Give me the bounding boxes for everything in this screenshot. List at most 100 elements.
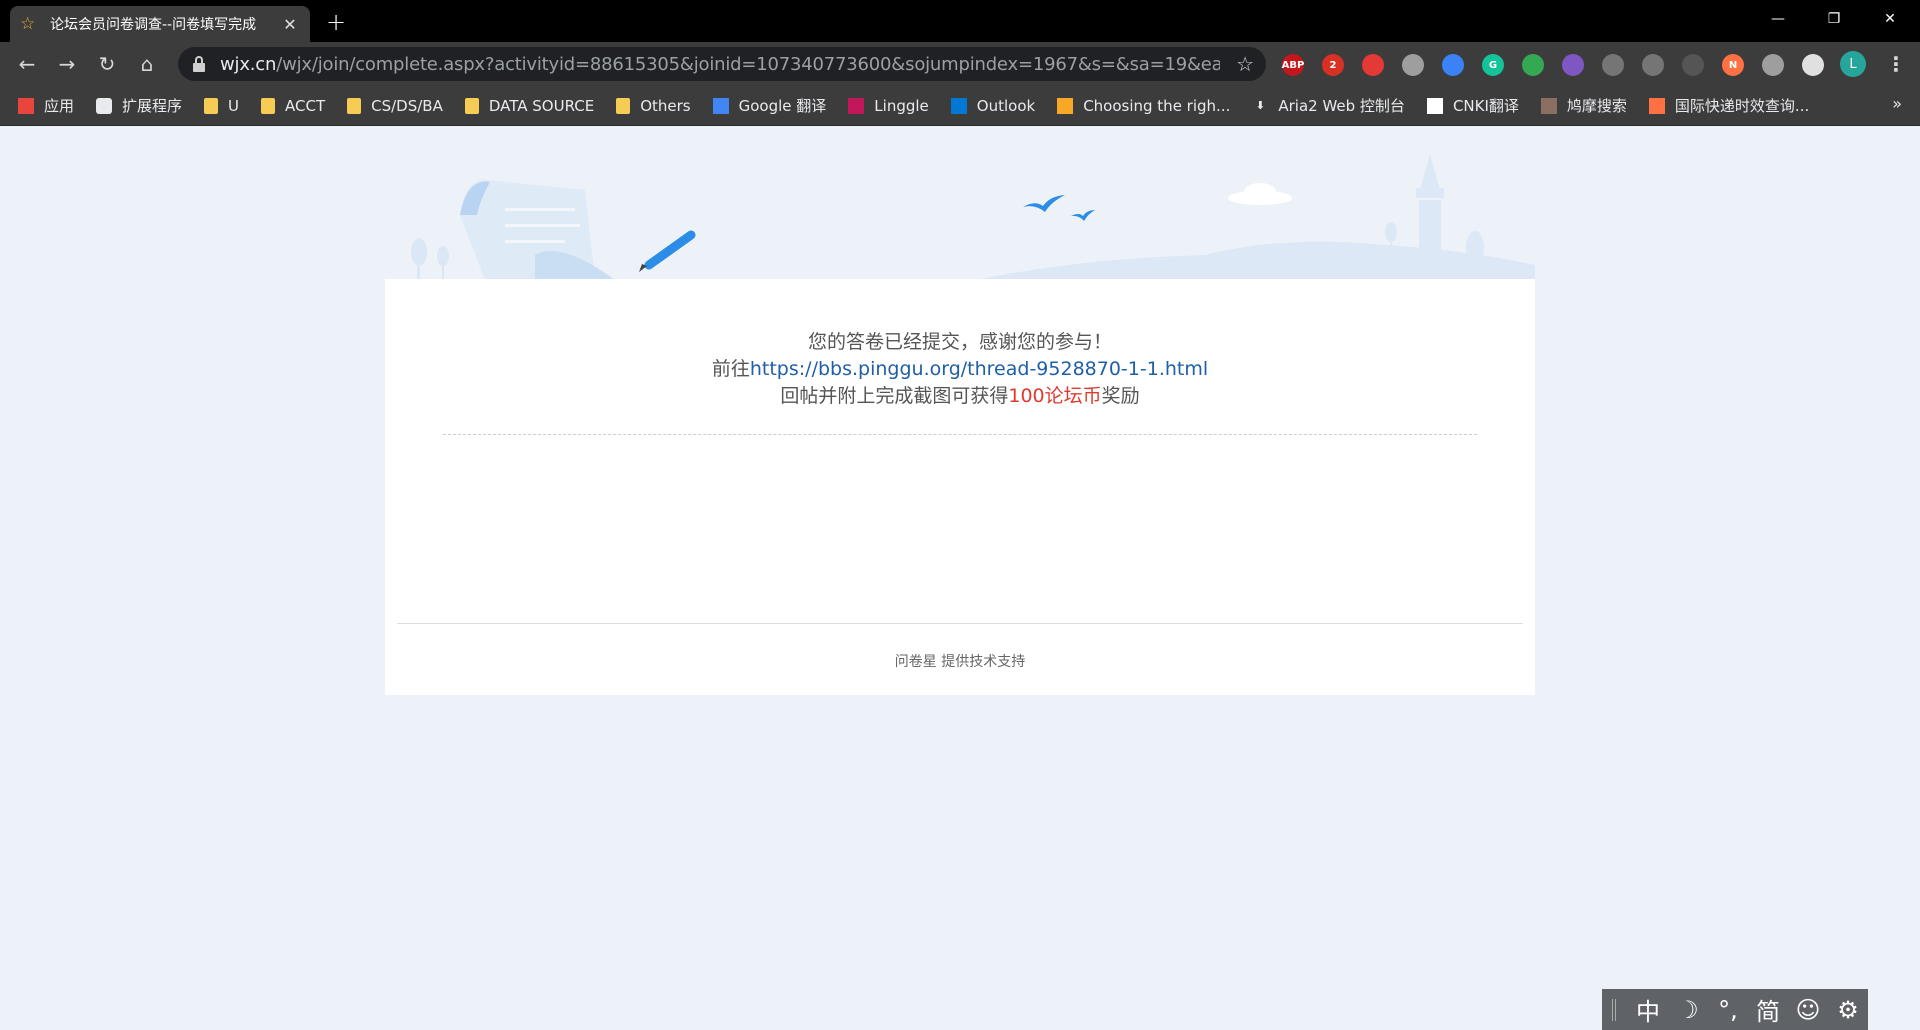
google-translate-icon xyxy=(712,97,729,114)
cursor-icon[interactable] xyxy=(1402,54,1424,76)
bookmark-label: 应用 xyxy=(44,97,75,115)
bookmark-label: CS/DS/BA xyxy=(371,96,443,115)
forum-link-line: 前往https://bbs.pinggu.org/thread-9528870-… xyxy=(711,358,1209,380)
tab-close-icon[interactable]: ✕ xyxy=(280,15,300,34)
page-icon xyxy=(1057,97,1074,114)
translate-icon[interactable] xyxy=(1522,54,1544,76)
profile-avatar[interactable]: L xyxy=(1840,51,1866,77)
tab-bar: ☆ 论坛会员问卷调查--问卷填写完成 ✕ + — ❐ ✕ xyxy=(0,0,1920,42)
ime-chinese-mode[interactable]: 中 xyxy=(1628,992,1668,1027)
bookmark-item[interactable]: 鸠摩搜索 xyxy=(1540,95,1627,116)
cnki-icon xyxy=(1426,97,1443,114)
tab-favicon-star-icon: ☆ xyxy=(20,13,36,34)
new-tab-button[interactable]: + xyxy=(326,8,346,36)
ime-emoji-icon[interactable]: ☺ xyxy=(1788,996,1828,1024)
bookmark-label: Linggle xyxy=(874,96,929,115)
bookmark-item[interactable]: DATA SOURCE xyxy=(464,96,595,115)
bookmark-item[interactable]: 国际快递时效查询... xyxy=(1648,95,1809,116)
express-icon xyxy=(1648,97,1665,114)
footer-divider xyxy=(397,623,1523,624)
address-bar[interactable]: wjx.cn/wjx/join/complete.aspx?activityid… xyxy=(178,47,1266,81)
reward-line: 回帖并附上完成截图可获得100论坛币奖励 xyxy=(780,385,1140,407)
bookmark-label: Outlook xyxy=(976,96,1036,115)
notion-icon[interactable]: N xyxy=(1722,54,1744,76)
forum-thread-link[interactable]: https://bbs.pinggu.org/thread-9528870-1-… xyxy=(750,358,1208,380)
bookmarks-overflow-icon[interactable]: » xyxy=(1892,94,1902,113)
close-window-button[interactable]: ✕ xyxy=(1862,0,1918,38)
tab-title: 论坛会员问卷调查--问卷填写完成 xyxy=(50,17,257,33)
puzzle-icon xyxy=(96,97,113,114)
bookmark-star-icon[interactable]: ☆ xyxy=(1236,52,1254,76)
back-button[interactable]: ← xyxy=(12,50,42,78)
puzzle-icon[interactable] xyxy=(1802,54,1824,76)
apps-icon xyxy=(18,97,34,114)
bookmark-label: Google 翻译 xyxy=(738,97,827,115)
bookmark-item[interactable]: ACCT xyxy=(261,97,325,115)
ime-simplified-mode[interactable]: 简 xyxy=(1748,992,1788,1027)
ime-toolbar: 中 ☽ °, 简 ☺ ⚙ xyxy=(1602,989,1868,1030)
bookmark-item[interactable]: CS/DS/BA xyxy=(347,97,443,115)
dashed-divider xyxy=(443,434,1477,435)
bookmarks-bar: 应用 扩展程序 U ACCT CS/DS/BA DATA SOURCE Others Goog… xyxy=(0,86,1920,126)
bookmark-label: DATA SOURCE xyxy=(488,96,595,115)
jiumo-icon xyxy=(1540,97,1557,114)
bookmark-item[interactable]: ⬇ Aria2 Web 控制台 xyxy=(1252,95,1405,116)
folder-icon xyxy=(464,97,479,114)
extension-badge-icon[interactable]: 2 xyxy=(1322,54,1344,76)
block-icon[interactable] xyxy=(1642,54,1664,76)
bookmark-label: 扩展程序 xyxy=(122,97,183,115)
reload-button[interactable]: ↻ xyxy=(92,50,122,78)
record-icon[interactable] xyxy=(1362,54,1384,76)
rocket-icon[interactable] xyxy=(1602,54,1624,76)
bookmark-item[interactable]: U xyxy=(204,97,239,115)
bookmark-item[interactable]: 应用 xyxy=(18,95,74,116)
outlook-icon xyxy=(950,97,967,114)
download-icon: ⬇ xyxy=(1252,97,1269,114)
ime-punctuation-icon[interactable]: °, xyxy=(1708,996,1748,1024)
folder-icon xyxy=(347,97,362,114)
bookmark-label: ACCT xyxy=(285,96,326,115)
qr-icon[interactable] xyxy=(1682,54,1704,76)
minimize-button[interactable]: — xyxy=(1750,0,1806,38)
bookmark-item[interactable]: CNKI翻译 xyxy=(1426,95,1519,116)
bookmark-item[interactable]: Others xyxy=(616,96,691,115)
browser-toolbar: ← → ↻ ⌂ wjx.cn/wjx/join/complete.aspx?ac… xyxy=(0,42,1920,86)
bookmark-label: Choosing the righ... xyxy=(1083,96,1231,115)
ime-grip-handle[interactable] xyxy=(1612,998,1616,1021)
browser-tab[interactable]: ☆ 论坛会员问卷调查--问卷填写完成 ✕ xyxy=(10,6,310,42)
ime-settings-icon[interactable]: ⚙ xyxy=(1828,996,1868,1024)
shield-icon[interactable] xyxy=(1442,54,1464,76)
lighthouse-icon xyxy=(1419,200,1441,280)
bookmark-item[interactable]: 扩展程序 xyxy=(96,95,182,116)
lock-icon[interactable] xyxy=(192,56,206,72)
bookmark-item[interactable]: Linggle xyxy=(848,96,929,115)
bird-icon xyxy=(1023,195,1065,212)
hero-illustration xyxy=(411,154,1535,280)
office-icon[interactable] xyxy=(1762,54,1784,76)
adblock-plus-icon[interactable]: ABP xyxy=(1282,54,1304,76)
folder-icon xyxy=(261,97,276,114)
ime-moon-icon[interactable]: ☽ xyxy=(1668,996,1708,1024)
forward-button[interactable]: → xyxy=(52,50,82,78)
url-text[interactable]: wjx.cn/wjx/join/complete.aspx?activityid… xyxy=(220,54,1220,75)
powered-by-footer: 问卷星 提供技术支持 xyxy=(894,654,1026,670)
bookmark-label: 鸠摩搜索 xyxy=(1566,97,1627,115)
menu-icon[interactable]: ⋮ xyxy=(1886,52,1906,76)
restore-button[interactable]: ❐ xyxy=(1806,0,1862,38)
pen-icon xyxy=(644,230,696,270)
thanks-text: 您的答卷已经提交，感谢您的参与！ xyxy=(807,331,1112,353)
bookmark-item[interactable]: Outlook xyxy=(950,96,1036,115)
folder-icon xyxy=(204,97,219,114)
bookmark-item[interactable]: Google 翻译 xyxy=(712,95,827,116)
bookmark-label: Aria2 Web 控制台 xyxy=(1278,97,1405,115)
bookmark-label: CNKI翻译 xyxy=(1452,97,1519,115)
grammarly-icon[interactable]: G xyxy=(1482,54,1504,76)
eye-icon[interactable] xyxy=(1562,54,1584,76)
completion-message: 您的答卷已经提交，感谢您的参与！ 前往https://bbs.pinggu.or… xyxy=(385,329,1535,410)
folder-icon xyxy=(616,97,631,114)
home-button[interactable]: ⌂ xyxy=(132,50,162,78)
bookmark-item[interactable]: Choosing the righ... xyxy=(1057,97,1230,115)
bookmark-label: U xyxy=(228,96,240,115)
linggle-icon xyxy=(848,97,865,114)
bookmark-label: Others xyxy=(640,96,691,115)
